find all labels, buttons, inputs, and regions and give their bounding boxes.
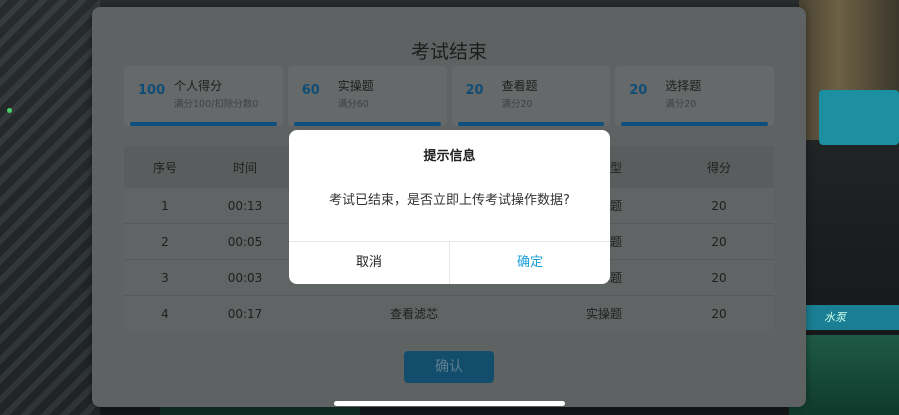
- card-sub: 满分60: [337, 99, 369, 110]
- card-sub: 满分20: [501, 99, 533, 110]
- scene-plate: 水泵: [804, 305, 899, 330]
- card-value: 100: [138, 83, 166, 98]
- score-card-choice: 20 选择题 满分20: [615, 66, 774, 126]
- dialog-title: 提示信息: [423, 149, 476, 164]
- score-cards: 100 个人得分 满分100/扣除分数0 60 实操题 满分60 20 查看题 …: [124, 66, 774, 126]
- cell-score: 20: [711, 234, 727, 249]
- card-progress-bar: [130, 122, 277, 126]
- cell-index: 1: [161, 198, 169, 213]
- cell-index: 3: [161, 270, 169, 285]
- header-time: 时间: [232, 160, 257, 175]
- card-name: 个人得分: [174, 79, 223, 93]
- card-progress-bar: [621, 122, 768, 126]
- cell-item: 查看滤芯: [389, 307, 438, 321]
- table-row: 4 00:17 查看滤芯 实操题 20: [124, 296, 774, 331]
- cell-time: 00:05: [227, 234, 263, 249]
- header-index: 序号: [152, 160, 177, 175]
- home-indicator[interactable]: [334, 401, 565, 406]
- header-score: 得分: [706, 160, 731, 175]
- card-sub: 满分100/扣除分数0: [174, 99, 259, 110]
- cell-time: 00:17: [227, 306, 263, 321]
- scene-pipe-left: [0, 0, 100, 415]
- card-progress-bar: [293, 122, 441, 126]
- card-name: 实操题: [337, 79, 374, 93]
- cell-type: 实操题: [585, 307, 622, 321]
- cell-score: 20: [711, 198, 727, 213]
- panel-title: 考试结束: [410, 41, 487, 63]
- ok-button[interactable]: 确定: [450, 242, 610, 284]
- card-name: 查看题: [501, 79, 538, 93]
- cell-score: 20: [711, 270, 727, 285]
- dialog-message: 考试已结束，是否立即上传考试操作数据?: [329, 193, 570, 208]
- scene-indicator-dot: [7, 108, 12, 113]
- card-sub: 满分20: [665, 99, 697, 110]
- score-card-inspect: 20 查看题 满分20: [451, 66, 611, 126]
- cell-score: 20: [711, 306, 727, 321]
- score-card-total: 100 个人得分 满分100/扣除分数0: [124, 66, 283, 126]
- scene-plate-text: 水泵: [824, 311, 846, 324]
- cell-index: 2: [161, 234, 169, 249]
- card-progress-bar: [457, 122, 605, 126]
- card-value: 60: [301, 83, 320, 98]
- cell-index: 4: [161, 306, 169, 321]
- cancel-button[interactable]: 取消: [289, 242, 450, 284]
- prompt-dialog: 提示信息 考试已结束，是否立即上传考试操作数据? 取消 确定: [289, 130, 610, 284]
- dialog-footer: 取消 确定: [289, 241, 610, 284]
- card-value: 20: [629, 83, 648, 98]
- cell-time: 00:03: [227, 270, 263, 285]
- scene-teal-panel: [819, 90, 899, 145]
- confirm-button[interactable]: 确认: [404, 351, 494, 383]
- score-card-practical: 60 实操题 满分60: [287, 66, 447, 126]
- card-value: 20: [465, 83, 484, 98]
- card-name: 选择题: [665, 79, 702, 93]
- cell-time: 00:13: [227, 198, 263, 213]
